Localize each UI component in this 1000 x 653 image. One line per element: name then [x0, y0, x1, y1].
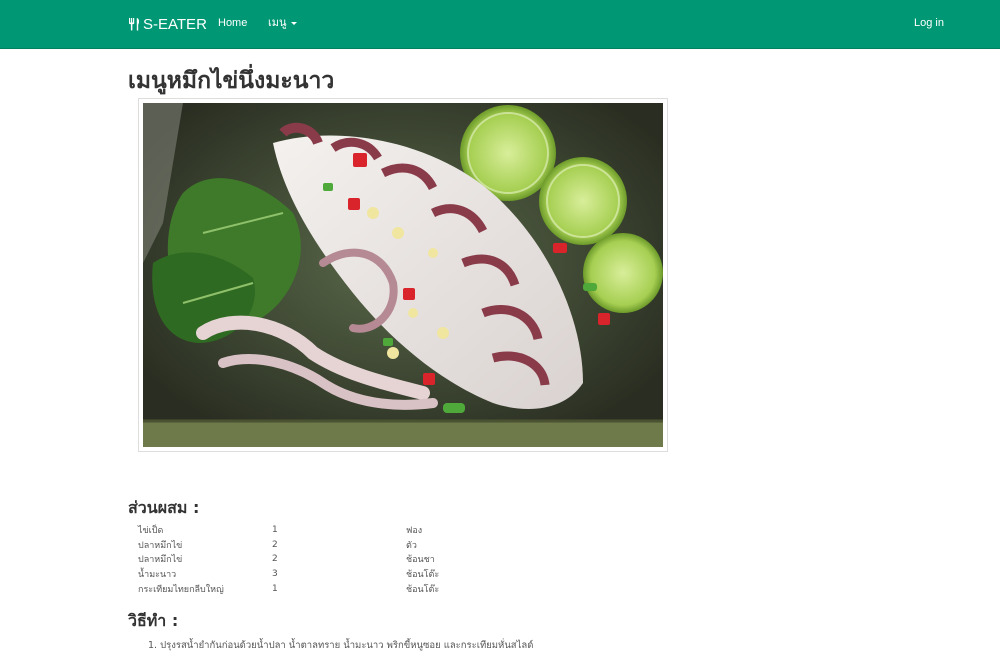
- nav-menu-label: เมนู: [268, 17, 287, 29]
- nav-home[interactable]: Home: [218, 16, 247, 30]
- method-heading: วิธีทำ :: [128, 611, 179, 630]
- utensils-icon: [129, 18, 140, 31]
- ingredient-name: กระเทียมไทยกลีบใหญ่: [138, 584, 224, 595]
- ingredient-name: ปลาหมึกไข่: [138, 540, 183, 551]
- ingredient-qty: 1: [272, 583, 278, 594]
- caret-down-icon: [290, 21, 297, 25]
- nav-menu-dropdown[interactable]: เมนู: [268, 16, 297, 30]
- table-row: ปลาหมึกไข่ 2 ตัว: [138, 538, 698, 553]
- ingredients-heading: ส่วนผสม :: [128, 498, 200, 517]
- ingredient-qty: 1: [272, 525, 278, 536]
- ingredient-unit: ฟอง: [406, 526, 423, 537]
- method-steps: 1. ปรุงรสน้ำยำกันก่อนด้วยน้ำปลา น้ำตาลทร…: [148, 638, 848, 653]
- ingredient-name: ปลาหมึกไข่: [138, 555, 183, 566]
- ingredient-qty: 2: [272, 554, 278, 565]
- login-link[interactable]: Log in: [914, 16, 944, 30]
- ingredient-qty: 2: [272, 539, 278, 550]
- ingredient-qty: 3: [272, 569, 278, 580]
- ingredient-unit: ตัว: [406, 540, 417, 551]
- ingredient-name: ไข่เป็ด: [138, 526, 164, 537]
- ingredient-unit: ช้อนชา: [406, 555, 435, 566]
- table-row: กระเทียมไทยกลีบใหญ่ 1 ช้อนโต๊ะ: [138, 581, 698, 596]
- ingredient-name: น้ำมะนาว: [138, 570, 177, 581]
- table-row: ไข่เป็ด 1 ฟอง: [138, 523, 698, 538]
- ingredients-table: ไข่เป็ด 1 ฟอง ปลาหมึกไข่ 2 ตัว ปลาหมึกไข…: [138, 523, 698, 596]
- table-row: น้ำมะนาว 3 ช้อนโต๊ะ: [138, 567, 698, 582]
- table-row: ปลาหมึกไข่ 2 ช้อนชา: [138, 552, 698, 567]
- recipe-image: [143, 103, 663, 447]
- brand-name: S-EATER: [143, 15, 207, 33]
- page-title: เมนูหมึกไข่นึ่งมะนาว: [128, 68, 335, 94]
- recipe-image-frame: [138, 98, 668, 452]
- ingredient-unit: ช้อนโต๊ะ: [406, 584, 440, 595]
- top-navbar: S-EATER Home เมนู Log in: [0, 0, 1000, 49]
- brand-link[interactable]: S-EATER: [127, 13, 207, 35]
- ingredient-unit: ช้อนโต๊ะ: [406, 570, 440, 581]
- list-item: 1. ปรุงรสน้ำยำกันก่อนด้วยน้ำปลา น้ำตาลทร…: [148, 640, 534, 651]
